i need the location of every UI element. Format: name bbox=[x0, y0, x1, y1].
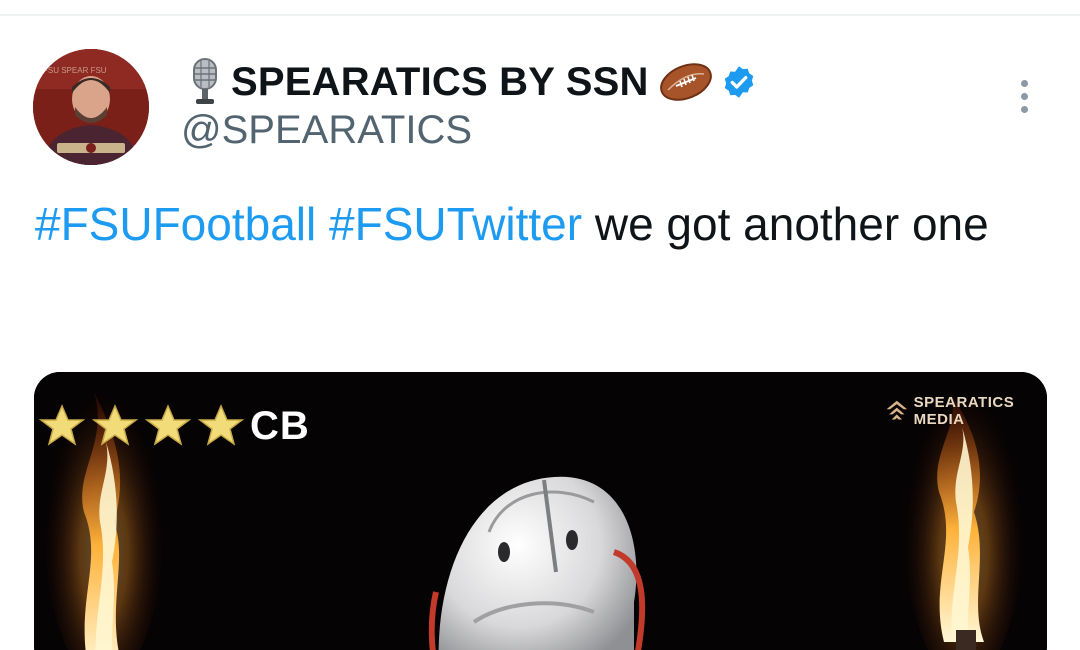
more-options-icon[interactable] bbox=[1004, 72, 1044, 120]
tweet-text: #FSUFootball #FSUTwitter we got another … bbox=[35, 190, 1045, 258]
tweet-text-body: we got another one bbox=[582, 198, 989, 250]
star-icon bbox=[144, 404, 192, 446]
author-display-name[interactable]: SPEARATICS BY SSN bbox=[231, 60, 649, 105]
more-dot bbox=[1020, 79, 1028, 87]
hashtag-fsutwitter[interactable]: #FSUTwitter bbox=[329, 198, 582, 250]
more-dot bbox=[1020, 92, 1028, 100]
microphone-icon bbox=[187, 57, 223, 107]
hashtag-fsufootball[interactable]: #FSUFootball bbox=[35, 198, 316, 250]
star-icon bbox=[91, 404, 139, 446]
watermark-logo-icon bbox=[886, 400, 908, 420]
tweet-page: FSU SPEAR FSU SPEARATICS BY SSN @SPEARAT… bbox=[0, 0, 1080, 650]
author-handle[interactable]: @SPEARATICS bbox=[181, 108, 472, 153]
svg-text:FSU SPEAR FSU: FSU SPEAR FSU bbox=[43, 66, 107, 75]
star-icon bbox=[38, 404, 86, 446]
verified-badge-icon[interactable] bbox=[721, 64, 757, 100]
star-rating bbox=[38, 402, 248, 450]
american-football-icon bbox=[659, 60, 713, 104]
position-label: CB bbox=[250, 404, 310, 448]
star-icon bbox=[197, 404, 245, 446]
top-divider bbox=[0, 14, 1080, 16]
more-dot bbox=[1020, 105, 1028, 113]
tweet-text-space bbox=[316, 198, 329, 250]
tweet-media-image[interactable]: CB SPEARATICS MEDIA bbox=[34, 372, 1047, 650]
author-avatar[interactable]: FSU SPEAR FSU bbox=[33, 49, 149, 165]
watermark: SPEARATICS MEDIA bbox=[884, 394, 1047, 428]
watermark-text: SPEARATICS MEDIA bbox=[913, 394, 1015, 428]
author-name-row[interactable]: SPEARATICS BY SSN bbox=[187, 54, 757, 110]
